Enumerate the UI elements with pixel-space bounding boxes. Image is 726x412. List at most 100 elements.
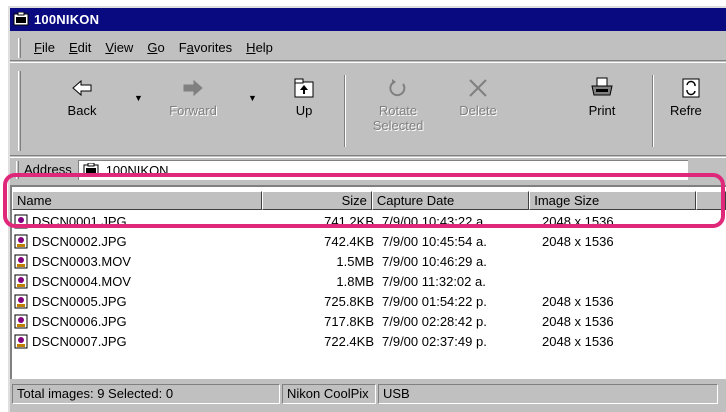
cell-capture-date: 7/9/00 10:45:54 a. [382,233,487,249]
menu-bar: File Edit View Go Favorites Help [10,35,726,61]
image-file-icon [14,274,28,288]
image-file-icon [14,334,28,348]
forward-arrow-icon [183,79,203,97]
table-row[interactable]: DSCN0004.MOV 1.8MB 7/9/00 11:32:02 a. [12,271,726,291]
column-header-size[interactable]: Size [261,191,372,210]
cell-image-size: 2048 x 1536 [542,313,614,329]
list-rows: DSCN0001.JPG 741.2KB 7/9/00 10:43:22 a. 204… [12,211,726,351]
cell-capture-date: 7/9/00 11:32:02 a. [382,273,486,289]
menu-view[interactable]: View [98,40,140,55]
column-header-capture-date[interactable]: Capture Date [371,191,530,210]
forward-button[interactable]: Forward [160,77,226,118]
up-folder-icon [294,78,314,98]
refresh-label: Refre [670,103,702,118]
printer-icon [591,77,613,96]
table-row[interactable]: DSCN0006.JPG 717.8KB 7/9/00 02:28:42 p. 204… [12,311,726,331]
toolbar-separator [344,75,346,147]
back-button[interactable]: Back [52,77,112,118]
table-row[interactable]: DSCN0002.JPG 742.4KB 7/9/00 10:45:54 a. 204… [12,231,726,251]
address-value: 100NIKON [105,162,169,178]
print-button[interactable]: Print [578,77,626,118]
column-header-image-size[interactable]: Image Size [529,191,697,210]
cell-size: 1.5MB [336,253,374,269]
toolbar: Back ▼ Forward ▼ Up Rotate Selected Dele… [10,62,726,156]
up-button[interactable]: Up [280,77,328,118]
folder-icon [83,163,99,176]
toolbar-separator-2 [652,75,654,147]
cell-name: DSCN0007.JPG [12,334,266,349]
menu-favorites[interactable]: Favorites [172,40,239,55]
cell-capture-date: 7/9/00 02:28:42 p. [382,313,487,329]
file-name: DSCN0005.JPG [32,293,127,309]
up-label: Up [295,103,313,118]
cell-size: 722.4KB [324,333,374,349]
image-file-icon [14,294,28,308]
rotate-label-line1: Rotate [378,103,418,118]
window-title: 100NIKON [34,12,100,27]
cell-capture-date: 7/9/00 10:43:22 a. [382,213,487,229]
file-name: DSCN0002.JPG [32,233,127,249]
menu-edit[interactable]: Edit [62,40,98,55]
cell-size: 725.8KB [324,293,374,309]
column-header-name[interactable]: Name [12,191,262,210]
status-image-count: Total images: 9 Selected: 0 [12,384,280,404]
cell-name: DSCN0006.JPG [12,314,266,329]
table-row[interactable]: DSCN0003.MOV 1.5MB 7/9/00 10:46:29 a. [12,251,726,271]
cell-name: DSCN0003.MOV [12,254,266,269]
back-arrow-icon [72,79,92,97]
delete-x-icon [469,79,487,97]
status-bar: Total images: 9 Selected: 0 Nikon CoolPi… [10,382,726,406]
cell-image-size: 2048 x 1536 [542,213,614,229]
cell-capture-date: 7/9/00 01:54:22 p. [382,293,487,309]
cell-image-size: 2048 x 1536 [542,333,614,349]
delete-button[interactable]: Delete [450,77,506,118]
column-header-filler [696,191,726,210]
menu-help[interactable]: Help [239,40,280,55]
cell-image-size: 2048 x 1536 [542,293,614,309]
file-name: DSCN0003.MOV [32,253,131,269]
image-file-icon [14,214,28,228]
cell-size: 717.8KB [324,313,374,329]
folder-icon [13,12,30,27]
image-file-icon [14,234,28,248]
address-field[interactable]: 100NIKON [77,159,688,180]
menu-file[interactable]: File [27,40,62,55]
cell-capture-date: 7/9/00 02:37:49 p. [382,333,487,349]
print-label: Print [588,103,616,118]
cell-image-size: 2048 x 1536 [542,233,614,249]
table-row[interactable]: DSCN0005.JPG 725.8KB 7/9/00 01:54:22 p. 204… [12,291,726,311]
cell-size: 1.8MB [336,273,374,289]
rotate-label-line2: Selected [372,118,424,133]
rotate-selected-button[interactable]: Rotate Selected [368,77,428,133]
rotate-icon [389,79,406,97]
file-name: DSCN0007.JPG [32,333,127,349]
cell-size: 741.2KB [324,213,374,229]
image-file-icon [14,314,28,328]
refresh-icon [682,78,700,98]
cell-name: DSCN0004.MOV [12,274,266,289]
menu-grip[interactable] [18,37,21,58]
cell-size: 742.4KB [324,233,374,249]
cell-name: DSCN0002.JPG [12,234,266,249]
back-label: Back [67,103,97,118]
table-row[interactable]: DSCN0001.JPG 741.2KB 7/9/00 10:43:22 a. 204… [12,211,726,231]
title-bar[interactable]: 100NIKON [10,8,726,31]
address-grip[interactable] [16,160,19,179]
toolbar-grip[interactable] [18,71,21,151]
cell-name: DSCN0001.JPG [12,214,266,229]
explorer-window: 100NIKON File Edit View Go Favorites Hel… [8,6,726,412]
file-name: DSCN0006.JPG [32,313,127,329]
menu-go[interactable]: Go [140,40,171,55]
table-row[interactable]: DSCN0007.JPG 722.4KB 7/9/00 02:37:49 p. 204… [12,331,726,351]
refresh-button[interactable]: Refre [670,77,726,118]
back-dropdown-icon[interactable]: ▼ [134,93,143,103]
file-name: DSCN0004.MOV [32,273,131,289]
image-file-icon [14,254,28,268]
delete-label: Delete [459,103,497,118]
status-port: USB [378,384,718,404]
file-name: DSCN0001.JPG [32,213,127,229]
address-bar: Address 100NIKON [10,157,726,181]
file-list[interactable]: Name Size Capture Date Image Size DSCN00… [10,185,726,379]
forward-dropdown-icon[interactable]: ▼ [248,93,257,103]
forward-label: Forward [169,103,217,118]
